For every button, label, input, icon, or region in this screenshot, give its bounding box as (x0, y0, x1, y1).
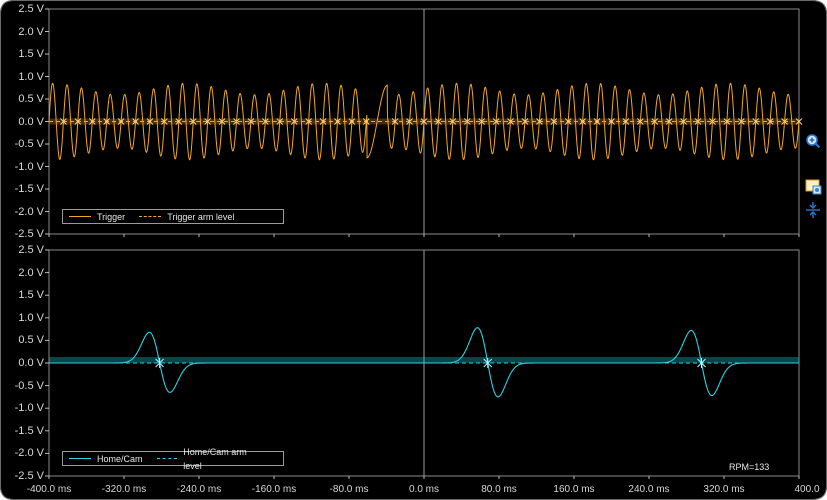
bottom-legend: Home/Cam Home/Cam arm level (62, 447, 284, 471)
legend-label-home-cam: Home/Cam (97, 453, 143, 464)
legend-label-home-cam-arm: Home/Cam arm level (183, 446, 247, 471)
legend-item-trigger: Trigger (69, 210, 125, 224)
top-legend: Trigger Trigger arm level (62, 209, 284, 224)
y-tick-label: 1.0 V (18, 70, 44, 83)
home-cam-arm-band (49, 357, 799, 363)
y-tick-label: -1.0 V (14, 402, 44, 415)
legend-item-home-cam: Home/Cam (69, 452, 143, 466)
oscilloscope-view: 2.5 V 2.0 V 1.5 V 1.0 V 0.5 V 0.0 V -0.5 V -1.0… (0, 0, 827, 500)
y-tick-label: 1.0 V (18, 311, 44, 324)
legend-item-trigger-arm: Trigger arm level (139, 210, 234, 224)
x-tick-label: 320.0 ms (703, 484, 745, 495)
x-tick-label: 80.0 ms (481, 484, 517, 495)
x-tick-label: 160.0 ms (553, 484, 595, 495)
picture-icon[interactable] (804, 177, 822, 195)
y-tick-label: 2.0 V (18, 25, 44, 38)
y-tick-label: 0.5 V (18, 334, 44, 347)
y-tick-label: 2.5 V (18, 244, 44, 256)
y-tick-label: -1.0 V (14, 160, 44, 173)
y-tick-label: -1.5 V (14, 183, 44, 195)
y-tick-label: 0.0 V (18, 115, 44, 128)
y-tick-label: -2.5 V (14, 470, 44, 482)
legend-item-home-cam-arm: Home/Cam arm level (156, 445, 263, 473)
legend-label-trigger: Trigger (97, 211, 126, 222)
y-tick-label: -1.5 V (14, 424, 44, 437)
x-tick-label: 0.0 ms (408, 484, 439, 495)
x-tick-label: 400.0 (794, 484, 820, 495)
x-tick-label: -80.0 ms (329, 484, 369, 495)
y-tick-label: 2.5 V (18, 3, 44, 15)
x-tick-label: -400.0 ms (26, 484, 72, 495)
x-tick-label: 240.0 ms (628, 484, 670, 495)
y-tick-label: 1.5 V (18, 48, 44, 60)
y-tick-label: 2.0 V (18, 266, 44, 279)
y-tick-label: -0.5 V (14, 379, 44, 392)
y-tick-label: 0.0 V (18, 357, 44, 369)
rpm-readout: RPM=133 (729, 462, 770, 472)
x-tick-label: -240.0 ms (176, 484, 222, 495)
y-tick-label: 1.5 V (18, 289, 44, 302)
y-tick-label: -0.5 V (14, 138, 44, 150)
plot-area (45, 8, 803, 479)
y-tick-label: -2.0 V (14, 447, 44, 460)
x-tick-label: -160.0 ms (251, 484, 297, 495)
y-tick-label: -2.0 V (14, 205, 44, 218)
legend-label-trigger-arm: Trigger arm level (167, 211, 235, 222)
y-tick-label: 0.5 V (18, 93, 44, 105)
scale-compress-icon[interactable] (804, 201, 822, 219)
x-tick-label: -320.0 ms (101, 484, 147, 495)
zoom-in-icon[interactable] (804, 132, 822, 150)
y-tick-label: -2.5 V (14, 228, 44, 240)
